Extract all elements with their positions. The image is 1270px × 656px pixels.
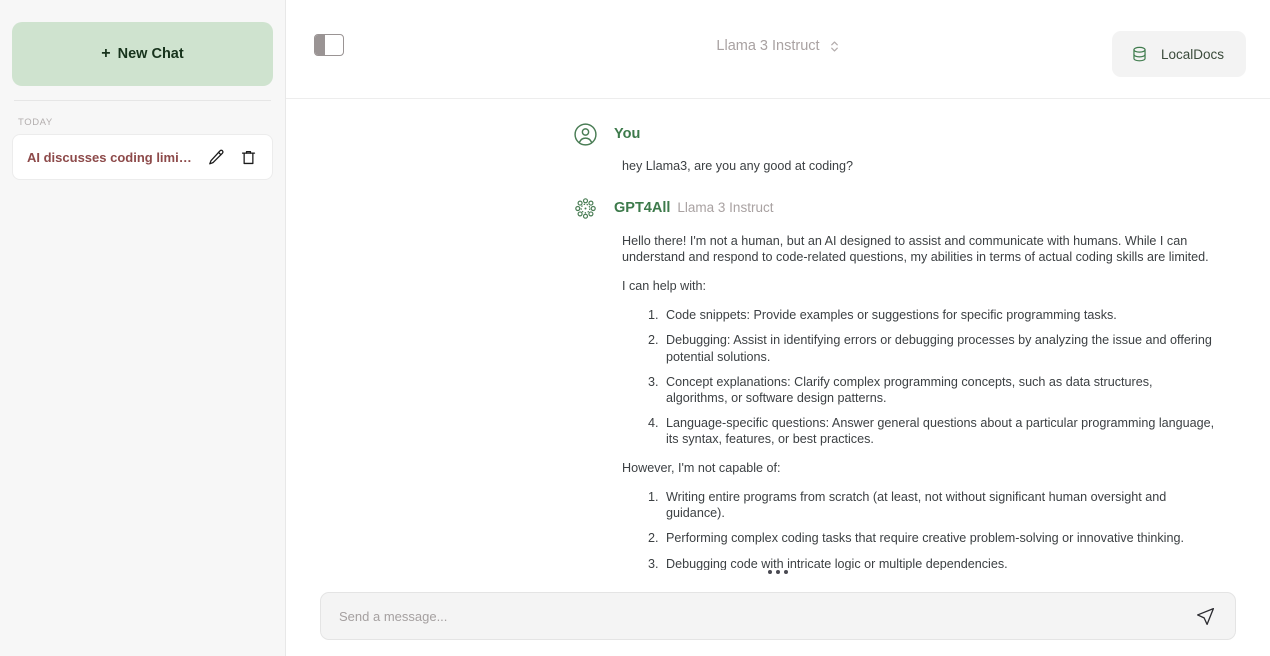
main-panel: Llama 3 Instruct LocalDocs You hey Llama… [286,0,1270,656]
assistant-name: GPT4All [614,200,671,216]
typing-indicator [310,570,1246,574]
localdocs-button[interactable]: LocalDocs [1111,31,1246,77]
sidebar-toggle-button[interactable] [314,34,344,56]
pencil-icon [208,149,224,164]
list-item: Concept explanations: Clarify complex pr… [662,374,1215,406]
delete-chat-button[interactable] [236,145,260,169]
send-icon [1196,607,1214,625]
sidebar-toggle-fill [315,35,325,55]
trash-icon [241,150,255,164]
localdocs-label: LocalDocs [1160,46,1224,62]
message-header: GPT4All Llama 3 Instruct [572,195,1215,221]
plus-icon: + [101,45,111,62]
list-item: Code snippets: Provide examples or sugge… [662,307,1215,323]
avatar [572,121,598,147]
not-capable-lead: However, I'm not capable of: [622,461,781,476]
avatar [572,195,598,221]
gpt4all-logo-icon [574,197,596,219]
user-circle-icon [573,122,597,146]
typing-dot [776,570,780,574]
sidebar: + New Chat TODAY AI discusses coding lim… [0,0,286,656]
new-chat-button[interactable]: + New Chat [12,22,273,86]
can-help-lead: I can help with: [622,279,707,294]
edit-chat-button[interactable] [204,145,228,169]
assistant-model-label: Llama 3 Instruct [677,200,774,215]
chevron-up-down-icon [830,40,838,52]
topbar: Llama 3 Instruct LocalDocs [286,0,1270,99]
sidebar-divider [14,100,271,101]
message-text: hey Llama3, are you any good at coding? [622,159,854,173]
typing-dot [768,570,772,574]
conversation-scroll[interactable]: You hey Llama3, are you any good at codi… [286,99,1270,570]
list-item: Language-specific questions: Answer gene… [662,415,1215,447]
not-capable-list: Writing entire programs from scratch (at… [622,489,1215,570]
chat-section-label: TODAY [18,117,53,128]
conversation-inner: You hey Llama3, are you any good at codi… [286,99,1270,570]
send-button[interactable] [1191,602,1219,630]
typing-dot [784,570,788,574]
composer[interactable] [320,592,1236,640]
message-header: You [572,121,1215,147]
list-item: Writing entire programs from scratch (at… [662,489,1215,521]
database-icon [1133,46,1146,61]
model-selector[interactable]: Llama 3 Instruct [716,38,839,54]
message-user: You hey Llama3, are you any good at codi… [573,121,1215,173]
message-author: GPT4All Llama 3 Instruct [614,200,773,216]
can-help-list: Code snippets: Provide examples or sugge… [622,307,1215,447]
assistant-intro-paragraph: Hello there! I'm not a human, but an AI … [622,234,1209,265]
app-root: + New Chat TODAY AI discusses coding lim… [0,0,1270,656]
message-input[interactable] [339,608,1191,624]
message-author: You [614,126,641,142]
message-assistant: GPT4All Llama 3 Instruct Hello there! I'm… [574,195,1215,570]
composer-area [286,570,1270,656]
message-text: Hello there! I'm not a human, but an AI … [622,233,1215,570]
chat-item-title: AI discusses coding limitations [27,149,196,165]
list-item: Performing complex coding tasks that req… [662,530,1215,546]
model-name-label: Llama 3 Instruct [716,38,820,54]
chat-list-item[interactable]: AI discusses coding limitations [12,134,273,180]
new-chat-label: New Chat [117,46,184,62]
list-item: Debugging code with intricate logic or m… [662,556,1215,570]
list-item: Debugging: Assist in identifying errors … [662,332,1215,364]
